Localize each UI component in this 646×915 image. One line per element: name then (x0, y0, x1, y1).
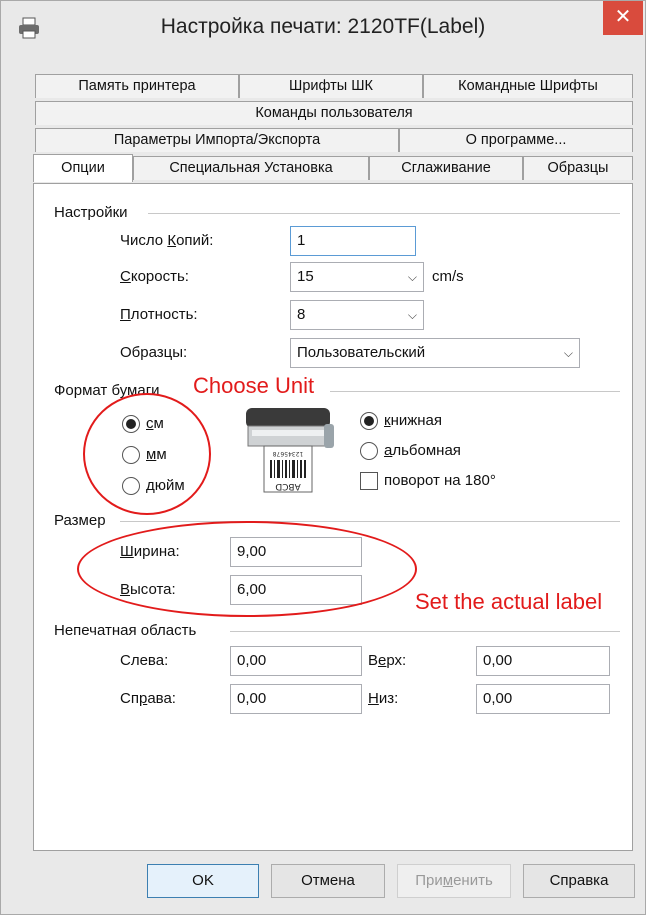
rotate-180-checkbox[interactable] (360, 472, 378, 490)
speed-select[interactable]: 15 ⌵ (290, 262, 424, 292)
chevron-down-icon: ⌵ (407, 270, 417, 284)
settings-group-line (148, 213, 620, 214)
tab-options[interactable]: Опции (33, 154, 133, 182)
chevron-down-icon: ⌵ (407, 308, 417, 322)
density-select[interactable]: 8 ⌵ (290, 300, 424, 330)
close-button[interactable]: ✕ (603, 1, 643, 35)
choose-unit-annotation: Choose Unit (193, 373, 315, 398)
chevron-down-icon: ⌵ (563, 346, 573, 360)
tab-row-4: Опции Специальная Установка Сглаживание … (33, 154, 633, 182)
unprintable-group-line (230, 631, 620, 632)
right-margin-label: Справа: (120, 690, 176, 707)
tab-user-commands[interactable]: Команды пользователя (35, 101, 633, 125)
speed-label: Скорость: (120, 268, 189, 285)
tab-about[interactable]: О программе... (399, 128, 633, 152)
tab-samples[interactable]: Образцы (523, 156, 633, 180)
landscape-label: альбомная (384, 442, 461, 459)
tab-row-2: Команды пользователя (35, 101, 633, 125)
tab-barcode-fonts[interactable]: Шрифты ШК (239, 74, 423, 98)
tab-row-3: Параметры Импорта/Экспорта О программе..… (35, 128, 633, 152)
bottom-margin-label: Низ: (368, 690, 399, 707)
speed-unit: cm/s (432, 268, 464, 285)
label-preview-digits: 12345678 (273, 450, 304, 457)
copies-field[interactable]: 1 (290, 226, 416, 256)
paper-group-line (330, 391, 620, 392)
settings-group-title: Настройки (54, 204, 128, 221)
label-preview-text: ABCD (275, 481, 300, 491)
tab-import-export[interactable]: Параметры Импорта/Экспорта (35, 128, 399, 152)
ok-button[interactable]: OK (147, 864, 259, 898)
density-label: Плотность: (120, 306, 198, 323)
samples-select[interactable]: Пользовательский ⌵ (290, 338, 580, 368)
label-printer-image: 12345678 ABCD (242, 404, 338, 494)
apply-button[interactable]: Применить (397, 864, 511, 898)
left-margin-label: Слева: (120, 652, 169, 669)
close-icon: ✕ (614, 6, 632, 28)
help-button[interactable]: Справка (523, 864, 635, 898)
size-group-line (120, 521, 620, 522)
right-margin-field[interactable]: 0,00 (230, 684, 362, 714)
tab-command-fonts[interactable]: Командные Шрифты (423, 74, 633, 98)
rotate-180-label: поворот на 180° (384, 472, 496, 489)
portrait-label: книжная (384, 412, 443, 429)
copies-label: Число Копий: (120, 232, 214, 249)
size-group-title: Размер (54, 512, 106, 529)
portrait-radio[interactable] (360, 412, 378, 430)
bottom-margin-field[interactable]: 0,00 (476, 684, 610, 714)
tab-row-1: Память принтера Шрифты ШК Командные Шриф… (35, 74, 633, 98)
tab-special-setup[interactable]: Специальная Установка (133, 156, 369, 180)
left-margin-field[interactable]: 0,00 (230, 646, 362, 676)
unprintable-group-title: Непечатная область (54, 622, 197, 639)
print-settings-dialog: Настройка печати: 2120TF(Label) ✕ Память… (0, 0, 646, 915)
unit-highlight-ellipse (83, 393, 211, 515)
top-margin-label: Верх: (368, 652, 407, 669)
landscape-radio[interactable] (360, 442, 378, 460)
top-margin-field[interactable]: 0,00 (476, 646, 610, 676)
title-bar: Настройка печати: 2120TF(Label) ✕ (1, 1, 645, 59)
size-highlight-ellipse (77, 521, 417, 617)
tab-smoothing[interactable]: Сглаживание (369, 156, 523, 180)
cancel-button[interactable]: Отмена (271, 864, 385, 898)
samples-label: Образцы: (120, 344, 188, 361)
tab-printer-memory[interactable]: Память принтера (35, 74, 239, 98)
options-panel: Настройки Число Копий: 1 Скорость: 15 ⌵ c… (33, 183, 633, 851)
set-label-annotation: Set the actual label (415, 589, 603, 614)
window-title: Настройка печати: 2120TF(Label) (160, 15, 486, 38)
